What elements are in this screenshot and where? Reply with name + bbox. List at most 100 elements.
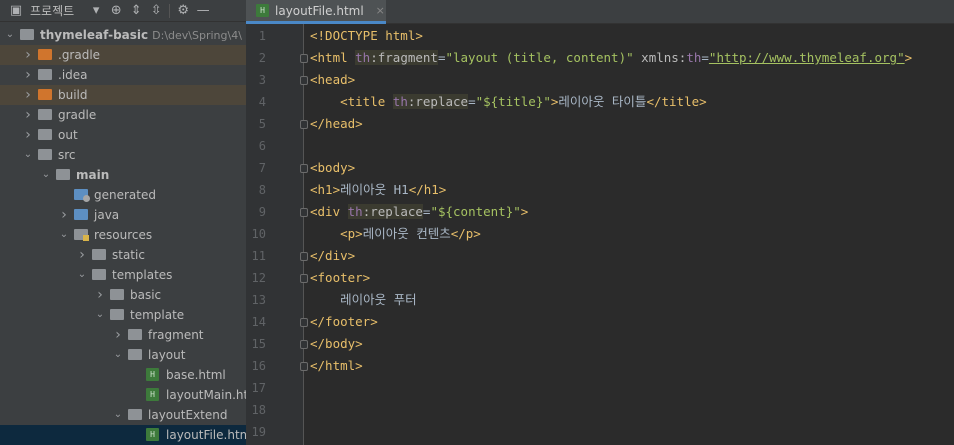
chevron-right-icon[interactable]: › (94, 285, 106, 305)
tree-item-label: out (58, 128, 78, 142)
tab-layoutfile-html[interactable]: H layoutFile.html × (246, 0, 386, 24)
code-token: <p> (340, 226, 363, 241)
tree-item[interactable]: › build (0, 85, 246, 105)
tree-item[interactable]: HlayoutFile.html (0, 425, 246, 445)
fold-marker-icon[interactable] (300, 252, 308, 261)
code-line[interactable]: <!DOCTYPE html> (310, 25, 423, 47)
project-view-icon[interactable]: ▣ (6, 0, 26, 22)
tree-item-label: basic (130, 288, 162, 302)
chevron-down-icon[interactable]: ⌄ (22, 145, 34, 165)
tree-item[interactable]: › .gradle (0, 45, 246, 65)
fold-marker-icon[interactable] (300, 54, 308, 63)
code-line[interactable]: <h1>레이아웃 H1</h1> (310, 179, 446, 201)
chevron-down-icon[interactable]: ⌄ (112, 405, 124, 425)
generated-folder-icon (74, 189, 90, 202)
chevron-right-icon[interactable]: › (22, 125, 34, 145)
expand-all-icon[interactable]: ⇕ (126, 0, 146, 22)
fold-marker-icon[interactable] (300, 340, 308, 349)
folder-icon (38, 69, 52, 80)
chevron-right-icon[interactable]: › (112, 325, 124, 345)
folder-icon (92, 249, 106, 260)
code-line[interactable]: </head> (310, 113, 363, 135)
folder-icon (128, 409, 142, 420)
tree-item[interactable]: ⌄ thymeleaf-basic D:\dev\Spring\4\ (0, 25, 246, 45)
tree-item[interactable]: ⌄ layout (0, 345, 246, 365)
tree-item[interactable]: ⌄ templates (0, 265, 246, 285)
code-line[interactable]: <p>레이아웃 컨텐츠</p> (310, 223, 481, 245)
folder-icon (110, 309, 124, 320)
code-line[interactable]: </div> (310, 245, 355, 267)
code-line[interactable]: <html th:fragment="layout (title, conten… (310, 47, 912, 69)
tree-item-label: layoutMain.html (166, 388, 246, 402)
fold-marker-icon[interactable] (300, 164, 308, 173)
tree-item[interactable]: › static (0, 245, 246, 265)
line-number: 12 (251, 271, 266, 285)
code-line[interactable]: 레이아웃 푸터 (310, 289, 417, 311)
minimize-icon[interactable]: — (193, 0, 213, 22)
line-number: 11 (251, 249, 266, 263)
code-token: 레이아웃 H1 (340, 182, 409, 197)
tree-item-label: .gradle (58, 48, 101, 62)
code-line[interactable]: <body> (310, 157, 355, 179)
tree-item[interactable]: generated (0, 185, 246, 205)
chevron-right-icon[interactable]: › (58, 205, 70, 225)
source-folder-icon (74, 209, 88, 220)
chevron-right-icon[interactable]: › (22, 45, 34, 65)
tree-item[interactable]: › fragment (0, 325, 246, 345)
code-token: :fragment (370, 50, 438, 65)
code-line[interactable]: </body> (310, 333, 363, 355)
code-token: 레이아웃 푸터 (310, 292, 417, 307)
chevron-right-icon[interactable]: › (76, 245, 88, 265)
code-line[interactable]: </footer> (310, 311, 378, 333)
code-line[interactable]: <head> (310, 69, 355, 91)
chevron-down-icon[interactable]: ▾ (86, 0, 106, 22)
tree-item[interactable]: HlayoutMain.html (0, 385, 246, 405)
tree-item[interactable]: ⌄ template (0, 305, 246, 325)
line-number: 3 (258, 73, 266, 87)
tree-item-label: base.html (166, 368, 226, 382)
chevron-right-icon[interactable]: › (22, 85, 34, 105)
code-token: </h1> (408, 182, 447, 197)
chevron-down-icon[interactable]: ⌄ (76, 265, 88, 285)
tree-item[interactable]: › gradle (0, 105, 246, 125)
fold-marker-icon[interactable] (300, 318, 308, 327)
tree-item-label: layout (148, 348, 186, 362)
locate-icon[interactable]: ⊕ (106, 0, 126, 22)
fold-marker-icon[interactable] (300, 274, 308, 283)
tree-item[interactable]: › .idea (0, 65, 246, 85)
code-line[interactable]: <footer> (310, 267, 370, 289)
code-token: "${content}" (430, 204, 521, 219)
collapse-all-icon[interactable]: ⇳ (146, 0, 166, 22)
editor-tab-bar: H layoutFile.html × (246, 0, 954, 24)
chevron-right-icon[interactable]: › (22, 105, 34, 125)
tree-item[interactable]: ⌄ src (0, 145, 246, 165)
tree-item[interactable]: › basic (0, 285, 246, 305)
tree-item[interactable]: Hbase.html (0, 365, 246, 385)
chevron-down-icon[interactable]: ⌄ (58, 225, 70, 245)
chevron-down-icon[interactable]: ⌄ (94, 305, 106, 325)
code-line[interactable]: </html> (310, 355, 363, 377)
close-icon[interactable]: × (376, 4, 385, 17)
chevron-right-icon[interactable]: › (22, 65, 34, 85)
fold-marker-icon[interactable] (300, 208, 308, 217)
code-token: <!DOCTYPE html> (310, 28, 423, 43)
fold-marker-icon[interactable] (300, 362, 308, 371)
code-line[interactable]: <div th:replace="${content}"> (310, 201, 528, 223)
code-line[interactable]: <title th:replace="${title}">레이아웃 타이틀</t… (310, 91, 707, 113)
editor-area[interactable]: H layoutFile.html × 1 2 3 4 5 6 7 8 9 10 11 12 13 14 1… (246, 0, 954, 445)
chevron-down-icon[interactable]: ⌄ (40, 165, 52, 185)
fold-marker-icon[interactable] (300, 76, 308, 85)
project-view-selector[interactable]: 프로젝트 (30, 2, 74, 19)
fold-marker-icon[interactable] (300, 120, 308, 129)
tree-item[interactable]: › out (0, 125, 246, 145)
gear-icon[interactable]: ⚙ (173, 0, 193, 22)
line-number: 7 (258, 161, 266, 175)
chevron-down-icon[interactable]: ⌄ (112, 345, 124, 365)
tree-item-label: resources (94, 228, 153, 242)
tree-item[interactable]: › java (0, 205, 246, 225)
tree-item[interactable]: ⌄ layoutExtend (0, 405, 246, 425)
tree-item-label: layoutFile.html (166, 428, 246, 442)
tree-item[interactable]: ⌄ main (0, 165, 246, 185)
tree-item[interactable]: ⌄ resources (0, 225, 246, 245)
chevron-down-icon[interactable]: ⌄ (4, 25, 16, 45)
